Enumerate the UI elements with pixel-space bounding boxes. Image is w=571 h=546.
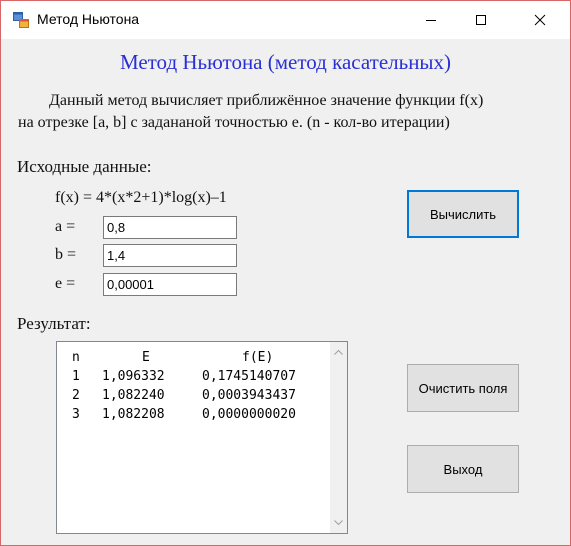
cell-fe: 0,1745140707	[202, 369, 296, 384]
compute-button[interactable]: Вычислить	[407, 190, 519, 238]
maximize-icon	[476, 15, 486, 25]
param-e-input[interactable]: 0,00001	[103, 273, 237, 296]
description-line-1: Данный метод вычисляет приближённое знач…	[49, 92, 484, 109]
page-title: Метод Ньютона (метод касательных)	[119, 50, 452, 74]
cell-fe: 0,0000000020	[202, 407, 296, 422]
close-icon	[534, 14, 546, 26]
cell-e: 1,096332	[102, 369, 165, 384]
cell-e: 1,082208	[102, 407, 165, 422]
cell-fe: 0,0003943437	[202, 388, 296, 403]
function-formula: f(x) = 4*(x*2+1)*log(x)–1	[55, 189, 227, 206]
param-e-label: e =	[55, 275, 76, 292]
vertical-scrollbar[interactable]	[330, 342, 347, 533]
column-header-n: n	[72, 350, 80, 365]
input-section-label: Исходные данные:	[17, 157, 152, 176]
cell-n: 1	[72, 369, 80, 384]
chevron-up-icon[interactable]	[333, 347, 344, 358]
column-header-fe: f(E)	[242, 350, 274, 365]
param-b-label: b =	[55, 246, 77, 263]
chevron-down-icon[interactable]	[333, 517, 344, 528]
window-title: Метод Ньютона	[37, 11, 140, 27]
result-header-row: n Ef(E)	[72, 348, 296, 367]
cell-n: 3	[72, 407, 80, 422]
result-listbox[interactable]: n Ef(E) 1 1,096332 0,1745140707 2 1,082240 0,…	[56, 341, 348, 534]
title-bar[interactable]: Метод Ньютона	[1, 1, 570, 39]
list-item[interactable]: 3 1,082208 0,0000000020	[72, 405, 296, 424]
minimize-button[interactable]	[408, 1, 454, 39]
close-button[interactable]	[517, 1, 563, 39]
param-a-input[interactable]: 0,8	[103, 216, 237, 239]
result-rows: n Ef(E) 1 1,096332 0,1745140707 2 1,082240 0,…	[72, 348, 296, 424]
param-a-label: a =	[55, 218, 76, 235]
list-item[interactable]: 2 1,082240 0,0003943437	[72, 386, 296, 405]
minimize-icon	[426, 20, 436, 21]
app-window: Метод Ньютона Метод Ньютона (метод касат…	[0, 0, 571, 546]
maximize-button[interactable]	[458, 1, 504, 39]
cell-n: 2	[72, 388, 80, 403]
app-window-icon	[13, 12, 29, 28]
result-section-label: Результат:	[17, 314, 91, 333]
column-header-e: E	[142, 350, 150, 365]
client-area: Метод Ньютона (метод касательных) Данный…	[1, 39, 570, 545]
cell-e: 1,082240	[102, 388, 165, 403]
description-line-2: на отрезке [a, b] с задананой точностью …	[18, 114, 450, 131]
list-item[interactable]: 1 1,096332 0,1745140707	[72, 367, 296, 386]
exit-button[interactable]: Выход	[407, 445, 519, 493]
param-b-input[interactable]: 1,4	[103, 244, 237, 267]
clear-fields-button[interactable]: Очистить поля	[407, 364, 519, 412]
